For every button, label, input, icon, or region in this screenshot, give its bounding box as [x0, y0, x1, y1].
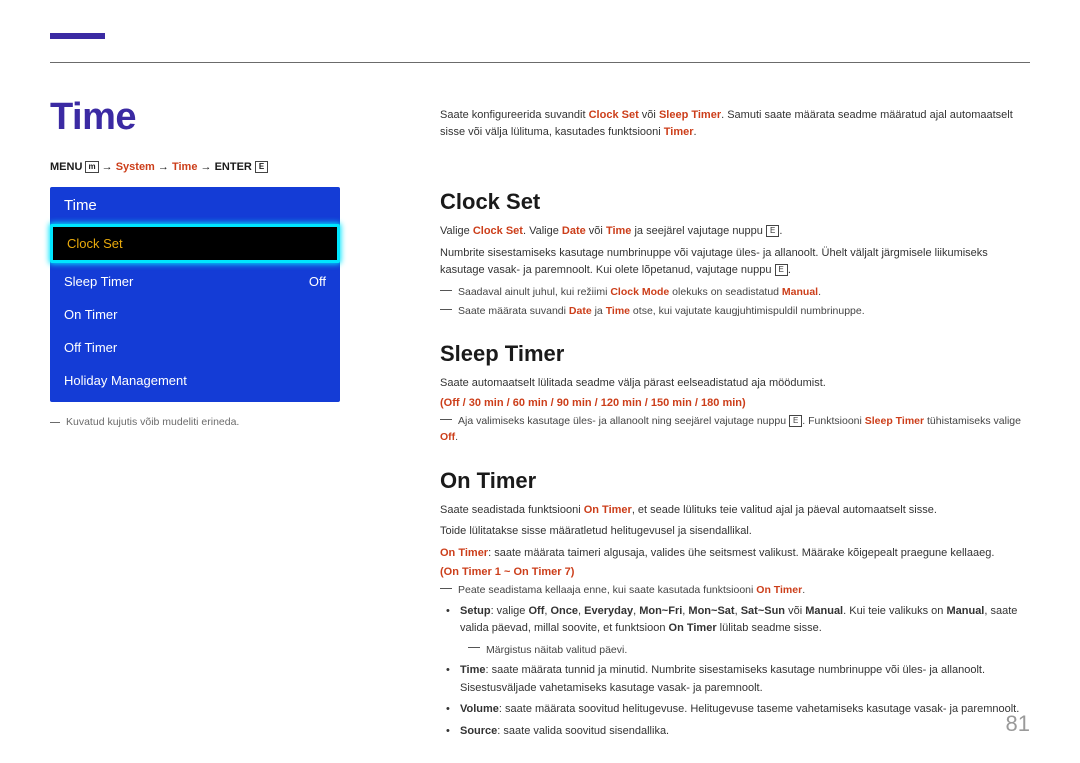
ontimer-setup-subnote: Märgistus näitab valitud päevi.	[468, 642, 1030, 658]
heading-sleep-timer: Sleep Timer	[440, 341, 1030, 367]
ontimer-source: Source: saate valida soovitud sisendalli…	[440, 723, 1030, 741]
sim-title: Time	[50, 187, 340, 224]
enter-icon: E	[255, 161, 268, 173]
ontimer-time: Time: saate määrata tunnid ja minutid. N…	[440, 662, 1030, 697]
heading-on-timer: On Timer	[440, 468, 1030, 494]
ontimer-p2: Toide lülitatakse sisse määratletud heli…	[440, 523, 1030, 541]
accent-bar	[50, 33, 105, 39]
clockset-p1: Valige Clock Set. Valige Date või Time j…	[440, 223, 1030, 241]
right-column: Saate konfigureerida suvandit Clock Set …	[380, 96, 1030, 744]
enter-icon: E	[775, 264, 788, 276]
enter-icon: E	[789, 415, 802, 427]
menu-icon: m	[85, 161, 98, 173]
sim-item-holiday-management[interactable]: Holiday Management	[50, 364, 340, 402]
left-column: Time MENU m → System → Time → ENTER E Ti…	[50, 96, 380, 744]
sleeptimer-note-1: Aja valimiseks kasutage üles- ja allanoo…	[440, 413, 1030, 446]
ontimer-options: (On Timer 1 ~ On Timer 7)	[440, 566, 1030, 578]
sim-item-clock-set[interactable]: Clock Set	[50, 224, 340, 263]
intro-paragraph: Saate konfigureerida suvandit Clock Set …	[440, 107, 1030, 141]
sleeptimer-options: (Off / 30 min / 60 min / 90 min / 120 mi…	[440, 397, 1030, 409]
sim-item-off-timer[interactable]: Off Timer	[50, 331, 340, 364]
sim-item-on-timer[interactable]: On Timer	[50, 298, 340, 331]
ontimer-note-1: Peate seadistama kellaaja enne, kui saat…	[440, 582, 1030, 598]
page-number: 81	[1006, 711, 1030, 737]
menu-simulation: Time Clock Set Sleep TimerOff On Timer O…	[50, 187, 340, 402]
sim-item-sleep-timer[interactable]: Sleep TimerOff	[50, 265, 340, 298]
ontimer-p1: Saate seadistada funktsiooni On Timer, e…	[440, 502, 1030, 520]
ontimer-setup: Setup: valige Off, Once, Everyday, Mon~F…	[440, 603, 1030, 638]
page: Time MENU m → System → Time → ENTER E Ti…	[0, 0, 1080, 763]
sim-caption: Kuvatud kujutis võib mudeliti erineda.	[50, 416, 380, 428]
ontimer-p3: On Timer: saate määrata taimeri algusaja…	[440, 545, 1030, 563]
horizontal-rule	[50, 62, 1030, 63]
page-title: Time	[50, 96, 380, 139]
heading-clock-set: Clock Set	[440, 189, 1030, 215]
ontimer-volume: Volume: saate määrata soovitud helitugev…	[440, 701, 1030, 719]
clockset-p2: Numbrite sisestamiseks kasutage numbrinu…	[440, 245, 1030, 280]
clockset-note-1: Saadaval ainult juhul, kui režiimi Clock…	[440, 284, 1030, 300]
clockset-note-2: Saate määrata suvandi Date ja Time otse,…	[440, 303, 1030, 319]
sleeptimer-p1: Saate automaatselt lülitada seadme välja…	[440, 375, 1030, 393]
enter-icon: E	[766, 225, 779, 237]
menu-path: MENU m → System → Time → ENTER E	[50, 161, 380, 173]
